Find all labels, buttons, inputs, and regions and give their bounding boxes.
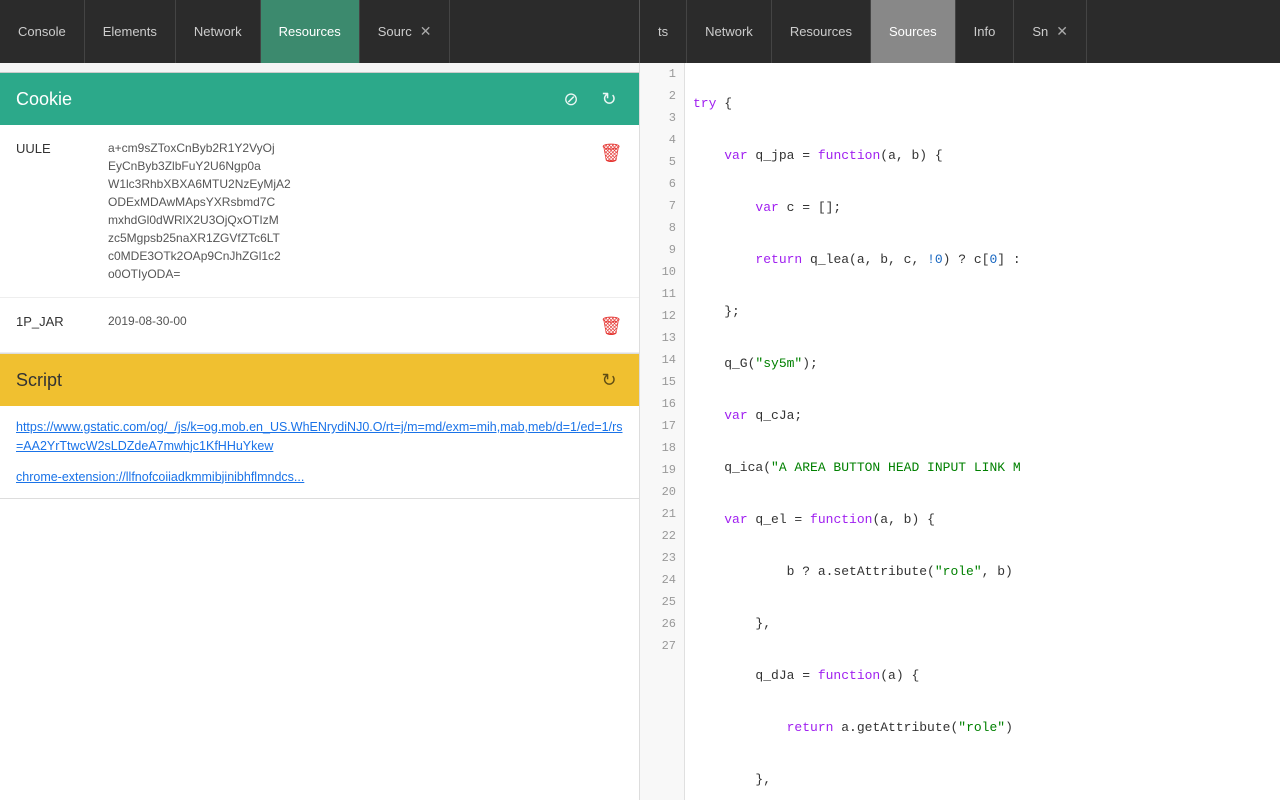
line-num-14: 14 [640, 349, 684, 371]
line-num-7: 7 [640, 195, 684, 217]
line-num-16: 16 [640, 393, 684, 415]
tab-info-label: Info [974, 24, 996, 39]
script-title: Script [16, 370, 62, 391]
line-num-26: 26 [640, 613, 684, 635]
code-line-14: }, [693, 769, 1272, 791]
cookie-value-uule: a+cm9sZToxCnByb2R1Y2VyOjEyCnByb3ZlbFuY2U… [108, 139, 587, 283]
tab-ts[interactable]: ts [640, 0, 687, 63]
tab-info[interactable]: Info [956, 0, 1015, 63]
line-num-15: 15 [640, 371, 684, 393]
line-num-19: 19 [640, 459, 684, 481]
code-line-8: q_ica("A AREA BUTTON HEAD INPUT LINK M [693, 457, 1272, 479]
line-num-2: 2 [640, 85, 684, 107]
tab-sn-label: Sn [1032, 24, 1048, 39]
script-section-header: Script ↻ [0, 354, 639, 406]
tab-elements[interactable]: Elements [85, 0, 176, 63]
tab-sources-left-close[interactable]: ✕ [420, 23, 432, 40]
line-num-13: 13 [640, 327, 684, 349]
code-line-11: }, [693, 613, 1272, 635]
cookie-name-1pjar: 1P_JAR [16, 312, 96, 329]
line-num-12: 12 [640, 305, 684, 327]
code-line-1: try { [693, 93, 1272, 115]
line-num-8: 8 [640, 217, 684, 239]
line-num-27: 27 [640, 635, 684, 657]
code-line-5: }; [693, 301, 1272, 323]
line-num-5: 5 [640, 151, 684, 173]
tab-sources-left[interactable]: Sourc ✕ [360, 0, 451, 63]
cookie-refresh-icon[interactable]: ↻ [595, 85, 623, 113]
cookie-block-icon[interactable]: ⊘ [557, 85, 585, 113]
cookie-header-icons: ⊘ ↻ [557, 85, 623, 113]
code-content: try { var q_jpa = function(a, b) { var c… [685, 63, 1280, 800]
right-tab-bar: ts Network Resources Sources Info Sn ✕ [640, 0, 1280, 63]
tab-bar: Console Elements Network Resources Sourc… [0, 0, 1280, 63]
code-line-7: var q_cJa; [693, 405, 1272, 427]
code-line-3: var c = []; [693, 197, 1272, 219]
tab-network-right[interactable]: Network [687, 0, 772, 63]
tab-network-left[interactable]: Network [176, 0, 261, 63]
cookie-delete-uule[interactable]: 🗑 [599, 141, 623, 165]
tab-network-right-label: Network [705, 24, 753, 39]
line-num-20: 20 [640, 481, 684, 503]
line-num-3: 3 [640, 107, 684, 129]
line-num-4: 4 [640, 129, 684, 151]
tab-resources-right[interactable]: Resources [772, 0, 871, 63]
line-num-10: 10 [640, 261, 684, 283]
line-num-17: 17 [640, 415, 684, 437]
top-spacer [0, 63, 639, 73]
cookie-item-1pjar: 1P_JAR 2019-08-30-00 🗑 [0, 298, 639, 353]
script-link-gstatic[interactable]: https://www.gstatic.com/og/_/js/k=og.mob… [16, 418, 623, 456]
cookie-item-uule: UULE a+cm9sZToxCnByb2R1Y2VyOjEyCnByb3Zlb… [0, 125, 639, 298]
code-line-12: q_dJa = function(a) { [693, 665, 1272, 687]
script-link-chrome-ext[interactable]: chrome-extension://llfnofcoiiadkmmibjini… [16, 468, 623, 487]
cookie-delete-1pjar[interactable]: 🗑 [599, 314, 623, 338]
tab-resources-left[interactable]: Resources [261, 0, 360, 63]
script-links: https://www.gstatic.com/og/_/js/k=og.mob… [0, 406, 639, 498]
script-refresh-icon[interactable]: ↻ [595, 366, 623, 394]
line-num-9: 9 [640, 239, 684, 261]
line-num-23: 23 [640, 547, 684, 569]
code-view: 1 2 3 4 5 6 7 8 9 10 11 12 13 14 15 16 1… [640, 63, 1280, 800]
left-panel: Cookie ⊘ ↻ UULE a+cm9sZToxCnByb2R1Y2VyOj… [0, 63, 640, 800]
line-num-25: 25 [640, 591, 684, 613]
tab-console-label: Console [18, 24, 66, 39]
tab-resources-right-label: Resources [790, 24, 852, 39]
tab-sources-right-label: Sources [889, 24, 937, 39]
line-num-21: 21 [640, 503, 684, 525]
tab-console[interactable]: Console [0, 0, 85, 63]
cookie-name-uule: UULE [16, 139, 96, 156]
tab-sources-right[interactable]: Sources [871, 0, 956, 63]
tab-network-left-label: Network [194, 24, 242, 39]
code-line-4: return q_lea(a, b, c, !0) ? c[0] : [693, 249, 1272, 271]
script-header-icons: ↻ [595, 366, 623, 394]
cookie-value-1pjar: 2019-08-30-00 [108, 312, 587, 330]
line-num-24: 24 [640, 569, 684, 591]
line-num-11: 11 [640, 283, 684, 305]
code-line-2: var q_jpa = function(a, b) { [693, 145, 1272, 167]
line-num-1: 1 [640, 63, 684, 85]
line-num-22: 22 [640, 525, 684, 547]
left-tab-bar: Console Elements Network Resources Sourc… [0, 0, 640, 63]
line-numbers: 1 2 3 4 5 6 7 8 9 10 11 12 13 14 15 16 1… [640, 63, 685, 800]
code-line-10: b ? a.setAttribute("role", b) [693, 561, 1272, 583]
tab-sources-left-label: Sourc [378, 24, 412, 39]
code-line-9: var q_el = function(a, b) { [693, 509, 1272, 531]
cookie-section-header: Cookie ⊘ ↻ [0, 73, 639, 125]
tab-elements-label: Elements [103, 24, 157, 39]
tab-sn[interactable]: Sn ✕ [1014, 0, 1087, 63]
tab-sn-close[interactable]: ✕ [1056, 23, 1068, 40]
right-panel[interactable]: 1 2 3 4 5 6 7 8 9 10 11 12 13 14 15 16 1… [640, 63, 1280, 800]
line-num-18: 18 [640, 437, 684, 459]
main-content: Cookie ⊘ ↻ UULE a+cm9sZToxCnByb2R1Y2VyOj… [0, 63, 1280, 800]
cookie-title: Cookie [16, 89, 72, 110]
script-section: Script ↻ https://www.gstatic.com/og/_/js… [0, 354, 639, 499]
tab-resources-left-label: Resources [279, 24, 341, 39]
cookie-section: Cookie ⊘ ↻ UULE a+cm9sZToxCnByb2R1Y2VyOj… [0, 73, 639, 354]
code-line-6: q_G("sy5m"); [693, 353, 1272, 375]
code-line-13: return a.getAttribute("role") [693, 717, 1272, 739]
line-num-6: 6 [640, 173, 684, 195]
tab-ts-label: ts [658, 24, 668, 39]
